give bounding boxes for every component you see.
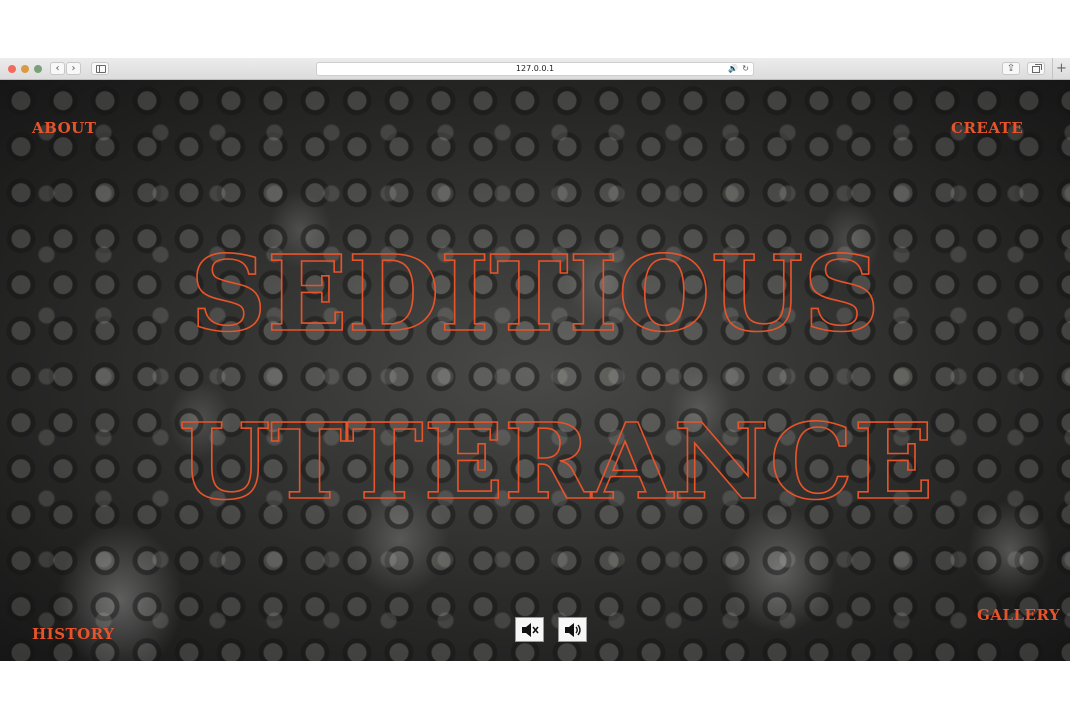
chevron-left-icon: ‹ xyxy=(55,63,60,74)
sidebar-toggle-button[interactable] xyxy=(91,62,109,75)
mute-button[interactable] xyxy=(515,617,544,642)
plus-icon: + xyxy=(1056,61,1067,76)
hero-video: ABOUT CREATE HISTORY GALLERY SEDITIOUS U… xyxy=(0,80,1070,661)
forward-button[interactable]: › xyxy=(66,62,81,75)
title-line-2: UTTERANCE xyxy=(179,400,934,523)
site-title: SEDITIOUS UTTERANCE xyxy=(178,231,935,524)
new-tab-button[interactable]: + xyxy=(1052,58,1070,80)
chevron-right-icon: › xyxy=(71,63,76,74)
sidebar-icon xyxy=(96,65,106,73)
browser-toolbar: ‹ › 127.0.0.1 🔊 ↻ ⇪ xyxy=(0,58,1070,80)
share-button[interactable]: ⇪ xyxy=(1002,62,1020,75)
page-margin xyxy=(0,661,1070,720)
title-line-1: SEDITIOUS xyxy=(190,232,880,355)
tabs-icon xyxy=(1032,64,1042,73)
speaker-muted-icon xyxy=(521,622,539,637)
url-text: 127.0.0.1 xyxy=(515,64,555,73)
speaker-on-icon xyxy=(564,622,581,637)
audio-playing-icon[interactable]: 🔊 xyxy=(728,63,738,75)
share-icon: ⇪ xyxy=(1006,63,1016,74)
back-button[interactable]: ‹ xyxy=(50,62,65,75)
screen: ‹ › 127.0.0.1 🔊 ↻ ⇪ + ABOUT CREATE HISTO… xyxy=(0,0,1070,720)
unmute-button[interactable] xyxy=(558,617,587,642)
reload-icon[interactable]: ↻ xyxy=(742,63,749,75)
minimize-window-button[interactable] xyxy=(21,65,29,73)
address-bar[interactable]: 127.0.0.1 🔊 ↻ xyxy=(316,62,754,76)
maximize-window-button[interactable] xyxy=(34,65,42,73)
close-window-button[interactable] xyxy=(8,65,16,73)
show-tabs-button[interactable] xyxy=(1027,62,1045,75)
